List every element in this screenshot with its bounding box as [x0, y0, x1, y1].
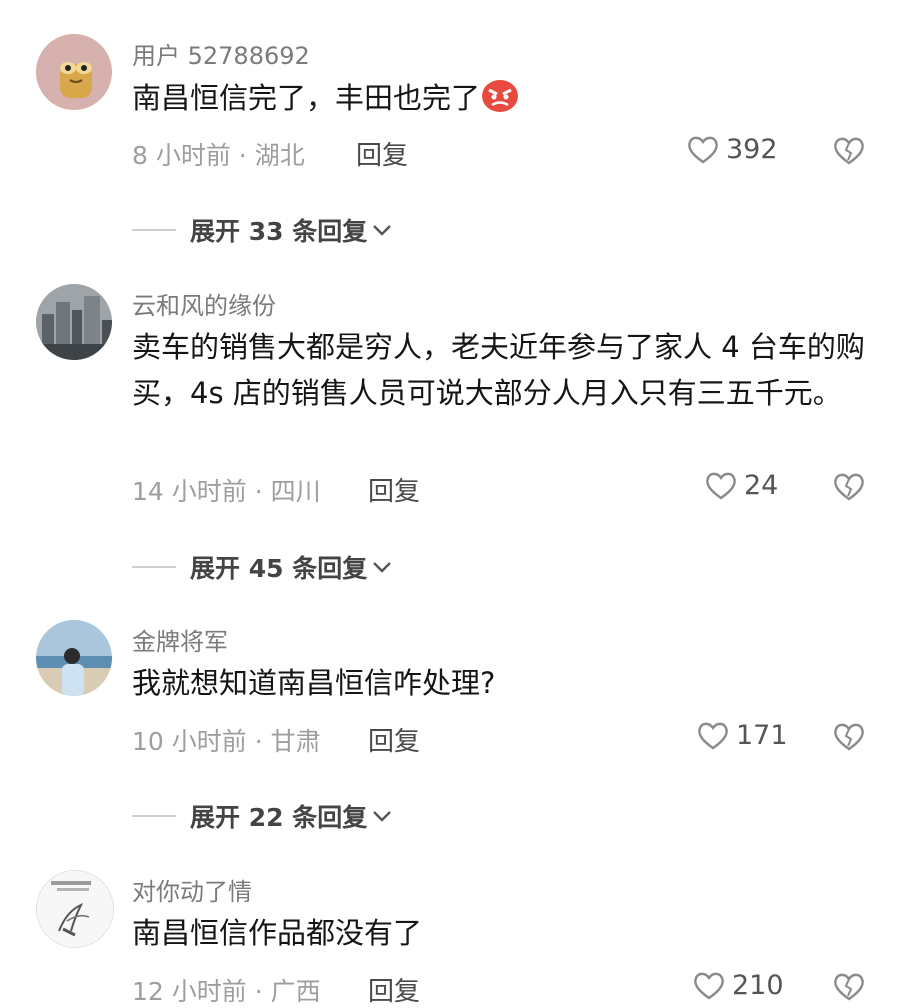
divider-line	[132, 229, 176, 231]
comment-location: 甘肃	[270, 727, 321, 756]
comment-location: 湖北	[254, 141, 305, 170]
expand-replies-label: 展开 22 条回复	[190, 803, 368, 832]
reply-button[interactable]: 回复	[368, 721, 420, 758]
like-count: 171	[736, 720, 788, 751]
comment-meta: 14 小时前 · 四川	[132, 477, 321, 506]
comment-meta: 12 小时前 · 广西	[132, 977, 321, 1006]
comment-text: 卖车的销售大都是穷人，老夫近年参与了家人 4 台车的购买，4s 店的销售人员可说…	[132, 330, 865, 410]
broken-heart-icon[interactable]	[832, 972, 866, 1002]
chevron-down-icon	[373, 562, 392, 573]
comment-text: 南昌恒信作品都没有了	[132, 916, 423, 950]
comment-time: 8 小时前	[132, 141, 231, 170]
broken-heart-icon[interactable]	[832, 136, 866, 166]
heart-outline-icon	[688, 136, 718, 163]
chevron-down-icon	[373, 811, 392, 822]
avatar[interactable]	[36, 620, 112, 696]
city-photo-avatar-icon	[36, 284, 112, 360]
like-button[interactable]: 210	[692, 970, 784, 1001]
heart-outline-icon	[706, 472, 736, 499]
comment-time: 14 小时前	[132, 477, 247, 506]
comment-text: 我就想知道南昌恒信咋处理?	[132, 666, 496, 700]
chevron-down-icon	[373, 225, 392, 236]
expand-replies-label: 展开 33 条回复	[190, 217, 368, 246]
comment-time: 10 小时前	[132, 727, 247, 756]
comment-meta: 8 小时前 · 湖北	[132, 141, 305, 170]
comment-meta: 10 小时前 · 甘肃	[132, 727, 321, 756]
comment-username[interactable]: 云和风的缘份	[132, 286, 276, 321]
like-count: 24	[744, 470, 779, 501]
comment-username[interactable]: 用户 52788692	[132, 36, 310, 71]
expand-replies-button[interactable]: 展开 22 条回复	[132, 798, 393, 834]
comment-location: 广西	[270, 977, 321, 1006]
expand-replies-button[interactable]: 展开 33 条回复	[132, 212, 393, 248]
like-button[interactable]: 24	[704, 470, 778, 501]
heart-outline-icon	[698, 722, 728, 749]
heart-outline-icon	[694, 972, 724, 999]
divider-line	[132, 566, 176, 568]
avatar[interactable]	[36, 870, 114, 948]
like-button[interactable]: 171	[696, 720, 788, 751]
like-count: 392	[726, 134, 778, 165]
like-button[interactable]: 392	[686, 134, 778, 165]
angry-face-emoji-icon	[482, 80, 519, 112]
avatar[interactable]	[36, 34, 112, 110]
like-count: 210	[732, 970, 784, 1001]
comment-text: 南昌恒信完了，丰田也完了	[132, 75, 872, 121]
cartoon-avatar-icon	[36, 34, 112, 110]
comment-username[interactable]: 金牌将军	[132, 622, 228, 657]
reply-button[interactable]: 回复	[368, 971, 420, 1008]
expand-replies-label: 展开 45 条回复	[190, 554, 368, 583]
comment-location: 四川	[270, 477, 321, 506]
divider-line	[132, 815, 176, 817]
broken-heart-icon[interactable]	[832, 472, 866, 502]
reply-button[interactable]: 回复	[368, 471, 420, 508]
expand-replies-button[interactable]: 展开 45 条回复	[132, 549, 393, 585]
comment-time: 12 小时前	[132, 977, 247, 1006]
comment-username[interactable]: 对你动了情	[132, 872, 252, 907]
sketch-avatar-icon	[37, 871, 113, 947]
avatar[interactable]	[36, 284, 112, 360]
beach-person-avatar-icon	[36, 620, 112, 696]
reply-button[interactable]: 回复	[356, 135, 408, 172]
broken-heart-icon[interactable]	[832, 722, 866, 752]
